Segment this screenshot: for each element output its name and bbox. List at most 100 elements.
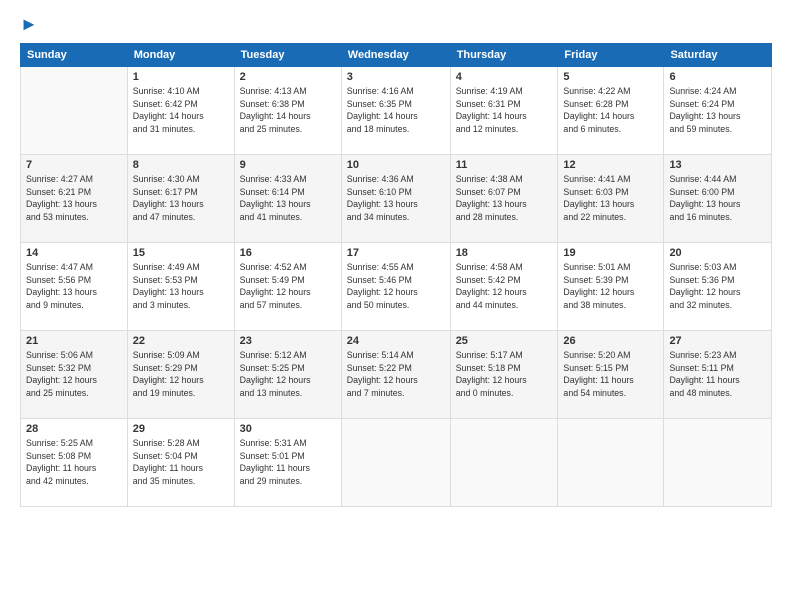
day-info: Sunrise: 4:44 AM Sunset: 6:00 PM Dayligh… [669, 173, 766, 224]
day-number: 17 [347, 247, 445, 259]
header-row: SundayMondayTuesdayWednesdayThursdayFrid… [21, 43, 772, 66]
day-info: Sunrise: 5:03 AM Sunset: 5:36 PM Dayligh… [669, 261, 766, 312]
day-cell: 23 Sunrise: 5:12 AM Sunset: 5:25 PM Dayli… [234, 330, 341, 418]
day-number: 15 [133, 247, 229, 259]
day-cell: 8 Sunrise: 4:30 AM Sunset: 6:17 PM Daylig… [127, 154, 234, 242]
col-header-wednesday: Wednesday [341, 43, 450, 66]
day-cell [21, 66, 128, 154]
day-cell [450, 418, 558, 506]
day-number: 5 [563, 71, 658, 83]
day-number: 11 [456, 159, 553, 171]
day-cell: 15 Sunrise: 4:49 AM Sunset: 5:53 PM Dayli… [127, 242, 234, 330]
day-info: Sunrise: 5:31 AM Sunset: 5:01 PM Dayligh… [240, 437, 336, 488]
day-number: 20 [669, 247, 766, 259]
day-info: Sunrise: 5:23 AM Sunset: 5:11 PM Dayligh… [669, 349, 766, 400]
day-cell: 27 Sunrise: 5:23 AM Sunset: 5:11 PM Dayli… [664, 330, 772, 418]
day-info: Sunrise: 4:47 AM Sunset: 5:56 PM Dayligh… [26, 261, 122, 312]
day-cell: 2Sunrise: 4:13 AM Sunset: 6:38 PM Daylig… [234, 66, 341, 154]
week-row-5: 28 Sunrise: 5:25 AM Sunset: 5:08 PM Dayli… [21, 418, 772, 506]
col-header-friday: Friday [558, 43, 664, 66]
calendar-table: SundayMondayTuesdayWednesdayThursdayFrid… [20, 43, 772, 507]
day-cell [664, 418, 772, 506]
day-number: 4 [456, 71, 553, 83]
day-number: 26 [563, 335, 658, 347]
day-number: 27 [669, 335, 766, 347]
day-number: 23 [240, 335, 336, 347]
day-info: Sunrise: 4:55 AM Sunset: 5:46 PM Dayligh… [347, 261, 445, 312]
day-info: Sunrise: 4:16 AM Sunset: 6:35 PM Dayligh… [347, 85, 445, 136]
week-row-3: 14Sunrise: 4:47 AM Sunset: 5:56 PM Dayli… [21, 242, 772, 330]
day-number: 24 [347, 335, 445, 347]
col-header-tuesday: Tuesday [234, 43, 341, 66]
day-info: Sunrise: 4:49 AM Sunset: 5:53 PM Dayligh… [133, 261, 229, 312]
day-info: Sunrise: 5:17 AM Sunset: 5:18 PM Dayligh… [456, 349, 553, 400]
day-info: Sunrise: 4:36 AM Sunset: 6:10 PM Dayligh… [347, 173, 445, 224]
day-cell: 10 Sunrise: 4:36 AM Sunset: 6:10 PM Dayli… [341, 154, 450, 242]
day-cell: 1 Sunrise: 4:10 AM Sunset: 6:42 PM Daylig… [127, 66, 234, 154]
day-cell: 17 Sunrise: 4:55 AM Sunset: 5:46 PM Dayli… [341, 242, 450, 330]
day-info: Sunrise: 4:10 AM Sunset: 6:42 PM Dayligh… [133, 85, 229, 136]
day-number: 7 [26, 159, 122, 171]
day-cell: 11 Sunrise: 4:38 AM Sunset: 6:07 PM Dayli… [450, 154, 558, 242]
header: ► [20, 15, 772, 35]
day-cell: 14Sunrise: 4:47 AM Sunset: 5:56 PM Dayli… [21, 242, 128, 330]
day-number: 10 [347, 159, 445, 171]
day-cell: 21 Sunrise: 5:06 AM Sunset: 5:32 PM Dayli… [21, 330, 128, 418]
day-cell: 19 Sunrise: 5:01 AM Sunset: 5:39 PM Dayli… [558, 242, 664, 330]
logo: ► [20, 15, 38, 35]
day-number: 29 [133, 423, 229, 435]
day-cell: 16 Sunrise: 4:52 AM Sunset: 5:49 PM Dayli… [234, 242, 341, 330]
day-cell: 24 Sunrise: 5:14 AM Sunset: 5:22 PM Dayli… [341, 330, 450, 418]
day-cell [558, 418, 664, 506]
day-info: Sunrise: 4:24 AM Sunset: 6:24 PM Dayligh… [669, 85, 766, 136]
col-header-sunday: Sunday [21, 43, 128, 66]
day-info: Sunrise: 4:38 AM Sunset: 6:07 PM Dayligh… [456, 173, 553, 224]
day-number: 1 [133, 71, 229, 83]
day-cell: 3 Sunrise: 4:16 AM Sunset: 6:35 PM Daylig… [341, 66, 450, 154]
day-info: Sunrise: 5:14 AM Sunset: 5:22 PM Dayligh… [347, 349, 445, 400]
day-number: 12 [563, 159, 658, 171]
day-info: Sunrise: 4:27 AM Sunset: 6:21 PM Dayligh… [26, 173, 122, 224]
day-info: Sunrise: 4:30 AM Sunset: 6:17 PM Dayligh… [133, 173, 229, 224]
day-number: 19 [563, 247, 658, 259]
day-number: 25 [456, 335, 553, 347]
day-cell: 30 Sunrise: 5:31 AM Sunset: 5:01 PM Dayli… [234, 418, 341, 506]
day-cell: 18 Sunrise: 4:58 AM Sunset: 5:42 PM Dayli… [450, 242, 558, 330]
day-cell: 13Sunrise: 4:44 AM Sunset: 6:00 PM Dayli… [664, 154, 772, 242]
day-cell: 9 Sunrise: 4:33 AM Sunset: 6:14 PM Daylig… [234, 154, 341, 242]
day-cell: 22 Sunrise: 5:09 AM Sunset: 5:29 PM Dayli… [127, 330, 234, 418]
week-row-2: 7 Sunrise: 4:27 AM Sunset: 6:21 PM Daylig… [21, 154, 772, 242]
day-info: Sunrise: 5:28 AM Sunset: 5:04 PM Dayligh… [133, 437, 229, 488]
day-info: Sunrise: 4:33 AM Sunset: 6:14 PM Dayligh… [240, 173, 336, 224]
day-number: 16 [240, 247, 336, 259]
day-info: Sunrise: 5:09 AM Sunset: 5:29 PM Dayligh… [133, 349, 229, 400]
day-info: Sunrise: 5:01 AM Sunset: 5:39 PM Dayligh… [563, 261, 658, 312]
day-number: 21 [26, 335, 122, 347]
day-cell: 12 Sunrise: 4:41 AM Sunset: 6:03 PM Dayli… [558, 154, 664, 242]
day-number: 9 [240, 159, 336, 171]
day-number: 18 [456, 247, 553, 259]
week-row-4: 21 Sunrise: 5:06 AM Sunset: 5:32 PM Dayli… [21, 330, 772, 418]
day-cell: 29 Sunrise: 5:28 AM Sunset: 5:04 PM Dayli… [127, 418, 234, 506]
day-cell [341, 418, 450, 506]
day-number: 2 [240, 71, 336, 83]
day-cell: 4 Sunrise: 4:19 AM Sunset: 6:31 PM Daylig… [450, 66, 558, 154]
day-number: 22 [133, 335, 229, 347]
week-row-1: 1 Sunrise: 4:10 AM Sunset: 6:42 PM Daylig… [21, 66, 772, 154]
day-info: Sunrise: 5:20 AM Sunset: 5:15 PM Dayligh… [563, 349, 658, 400]
day-cell: 5Sunrise: 4:22 AM Sunset: 6:28 PM Daylig… [558, 66, 664, 154]
day-number: 28 [26, 423, 122, 435]
day-info: Sunrise: 4:58 AM Sunset: 5:42 PM Dayligh… [456, 261, 553, 312]
day-cell: 7 Sunrise: 4:27 AM Sunset: 6:21 PM Daylig… [21, 154, 128, 242]
day-number: 8 [133, 159, 229, 171]
day-info: Sunrise: 4:19 AM Sunset: 6:31 PM Dayligh… [456, 85, 553, 136]
day-cell: 6Sunrise: 4:24 AM Sunset: 6:24 PM Daylig… [664, 66, 772, 154]
day-info: Sunrise: 5:25 AM Sunset: 5:08 PM Dayligh… [26, 437, 122, 488]
col-header-saturday: Saturday [664, 43, 772, 66]
day-info: Sunrise: 4:52 AM Sunset: 5:49 PM Dayligh… [240, 261, 336, 312]
day-info: Sunrise: 4:41 AM Sunset: 6:03 PM Dayligh… [563, 173, 658, 224]
day-info: Sunrise: 5:12 AM Sunset: 5:25 PM Dayligh… [240, 349, 336, 400]
day-info: Sunrise: 5:06 AM Sunset: 5:32 PM Dayligh… [26, 349, 122, 400]
day-number: 3 [347, 71, 445, 83]
day-number: 30 [240, 423, 336, 435]
